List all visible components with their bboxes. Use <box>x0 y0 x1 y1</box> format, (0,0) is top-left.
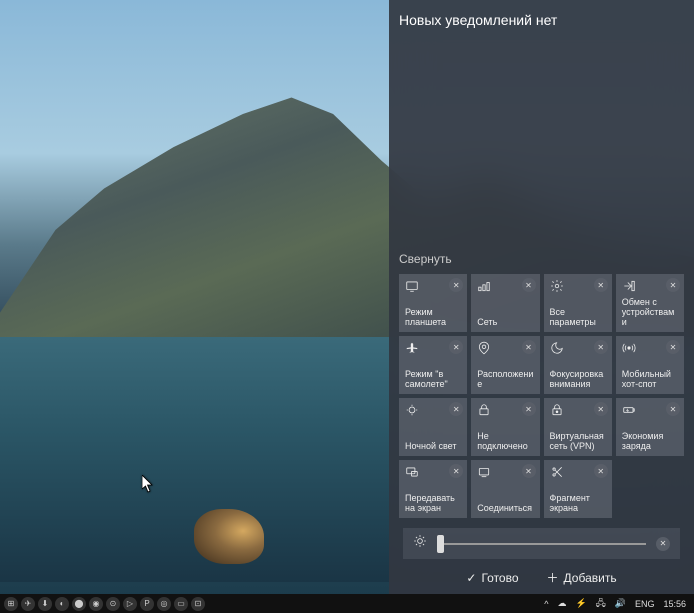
taskbar-app-icon[interactable]: ◐ <box>55 597 69 611</box>
done-button[interactable]: ✓ Готово <box>466 569 518 586</box>
collapse-link[interactable]: Свернуть <box>399 252 684 266</box>
slider-track[interactable] <box>437 536 646 552</box>
tile-all-settings[interactable]: ✕ Все параметры <box>544 274 612 332</box>
tile-mobile-hotspot[interactable]: ✕ Мобильный хот-спот <box>616 336 684 394</box>
tray-volume-icon[interactable]: 🔊 <box>615 598 626 609</box>
mouse-cursor <box>142 475 154 493</box>
tile-label: Фокусировка внимания <box>550 369 606 389</box>
tile-label: Режим планшета <box>405 307 461 327</box>
taskbar-app-icon[interactable]: P <box>140 597 154 611</box>
taskbar-app-icon[interactable]: ⊙ <box>106 597 120 611</box>
tile-location[interactable]: ✕ Расположение <box>471 336 539 394</box>
pin-icon[interactable]: ✕ <box>594 278 608 292</box>
pin-icon[interactable]: ✕ <box>656 537 670 551</box>
taskbar-app-icon[interactable]: ▷ <box>123 597 137 611</box>
tile-label: Не подключено <box>477 431 533 451</box>
tile-label: Виртуальная сеть (VPN) <box>550 431 606 451</box>
add-button[interactable]: ＋ Добавить <box>547 569 617 586</box>
tray-clock[interactable]: 15:56 <box>663 599 686 609</box>
tile-label: Передавать на экран <box>405 493 461 513</box>
taskbar-app-icon[interactable]: ⬇ <box>38 597 52 611</box>
taskbar-app-icon[interactable]: ▭ <box>174 597 188 611</box>
pin-icon[interactable]: ✕ <box>594 340 608 354</box>
pin-icon[interactable]: ✕ <box>594 402 608 416</box>
tile-label: Фрагмент экрана <box>550 493 606 513</box>
tile-airplane-mode[interactable]: ✕ Режим "в самолете" <box>399 336 467 394</box>
taskbar-app-icon[interactable]: ⬤ <box>72 597 86 611</box>
tile-label: Ночной свет <box>405 441 461 451</box>
pin-icon[interactable]: ✕ <box>522 464 536 478</box>
pin-icon[interactable]: ✕ <box>666 278 680 292</box>
action-center-panel: Новых уведомлений нет Свернуть ✕ Режим п… <box>389 0 694 594</box>
pin-icon[interactable]: ✕ <box>522 340 536 354</box>
tile-focus-assist[interactable]: ✕ Фокусировка внимания <box>544 336 612 394</box>
tile-battery-saver[interactable]: ✕ Экономия заряда <box>616 398 684 456</box>
tile-label: Обмен с устройствами <box>622 297 678 327</box>
tray-network-icon[interactable]: 🖧 <box>596 596 606 612</box>
sun-icon <box>413 534 427 553</box>
tile-label: Соединиться <box>477 503 533 513</box>
notifications-title: Новых уведомлений нет <box>399 12 684 28</box>
pin-icon[interactable]: ✕ <box>666 340 680 354</box>
tile-tablet-mode[interactable]: ✕ Режим планшета <box>399 274 467 332</box>
tray-chevron-icon[interactable]: ^ <box>544 599 548 609</box>
add-label: Добавить <box>564 571 617 585</box>
pin-icon[interactable]: ✕ <box>522 278 536 292</box>
slider-line <box>437 543 646 545</box>
tile-night-light[interactable]: ✕ Ночной свет <box>399 398 467 456</box>
tile-screen-snip[interactable]: ✕ Фрагмент экрана <box>544 460 612 518</box>
pin-icon[interactable]: ✕ <box>666 402 680 416</box>
tile-label: Экономия заряда <box>622 431 678 451</box>
slider-thumb[interactable] <box>437 535 444 553</box>
tile-nearby-sharing[interactable]: ✕ Обмен с устройствами <box>616 274 684 332</box>
wallpaper-rock <box>194 509 264 564</box>
taskbar[interactable]: ⊞ ✈ ⬇ ◐ ⬤ ◉ ⊙ ▷ P ◎ ▭ ⊡ ^ ☁ ⚡ 🖧 🔊 ENG 15… <box>0 594 694 613</box>
taskbar-app-icon[interactable]: ⊞ <box>4 597 18 611</box>
tile-vpn-status[interactable]: ✕ Не подключено <box>471 398 539 456</box>
tile-network[interactable]: ✕ Сеть <box>471 274 539 332</box>
taskbar-app-icon[interactable]: ◎ <box>157 597 171 611</box>
taskbar-app-icon[interactable]: ⊡ <box>191 597 205 611</box>
tray-language[interactable]: ENG <box>635 599 655 609</box>
tile-label: Расположение <box>477 369 533 389</box>
tile-vpn[interactable]: ✕ Виртуальная сеть (VPN) <box>544 398 612 456</box>
done-label: Готово <box>481 571 518 585</box>
tile-project[interactable]: ✕ Передавать на экран <box>399 460 467 518</box>
taskbar-app-icon[interactable]: ✈ <box>21 597 35 611</box>
pin-icon[interactable]: ✕ <box>594 464 608 478</box>
quick-action-tiles: ✕ Режим планшета ✕ Сеть ✕ Все параметры … <box>399 274 684 518</box>
tray-cloud-icon[interactable]: ☁ <box>557 598 566 609</box>
taskbar-app-icon[interactable]: ◉ <box>89 597 103 611</box>
taskbar-tray: ^ ☁ ⚡ 🖧 🔊 ENG 15:56 <box>544 596 694 612</box>
taskbar-left: ⊞ ✈ ⬇ ◐ ⬤ ◉ ⊙ ▷ P ◎ ▭ ⊡ <box>0 597 205 611</box>
pin-icon[interactable]: ✕ <box>522 402 536 416</box>
tile-connect[interactable]: ✕ Соединиться <box>471 460 539 518</box>
brightness-slider[interactable]: ✕ <box>403 528 680 559</box>
tile-label: Все параметры <box>550 307 606 327</box>
tile-label: Мобильный хот-спот <box>622 369 678 389</box>
tile-label: Сеть <box>477 317 533 327</box>
edit-actions: ✓ Готово ＋ Добавить <box>399 569 684 586</box>
tray-power-icon[interactable]: ⚡ <box>575 598 586 609</box>
tile-label: Режим "в самолете" <box>405 369 461 389</box>
